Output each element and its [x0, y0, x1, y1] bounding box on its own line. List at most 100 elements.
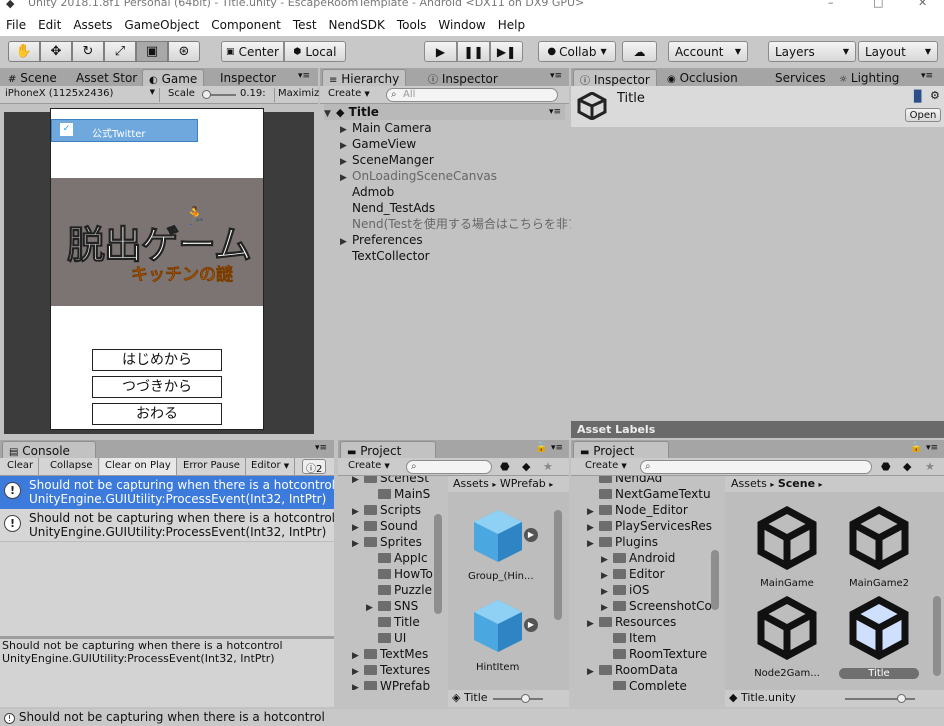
hierarchy-item[interactable]: ▶ Preferences: [324, 232, 569, 248]
start-button[interactable]: はじめから: [92, 349, 222, 371]
twitter-button[interactable]: ✓ 公式Twitter: [51, 119, 198, 142]
menu-tools[interactable]: Tools: [391, 14, 433, 32]
menu-file[interactable]: File: [0, 14, 32, 32]
folder-tree-item[interactable]: MainS: [338, 486, 433, 502]
menu-window[interactable]: Window: [432, 14, 491, 32]
tab-services[interactable]: Services: [769, 69, 832, 86]
tab-inspector-left[interactable]: Inspector: [214, 69, 282, 86]
hierarchy-item[interactable]: TextCollector: [324, 248, 569, 264]
account-dropdown[interactable]: Account ▼: [668, 41, 748, 62]
project2-search-input[interactable]: ⌕: [640, 460, 872, 474]
panel-menu-icon[interactable]: ▾≡: [926, 443, 938, 453]
play-preview-icon[interactable]: ▶: [524, 528, 538, 542]
console-entry[interactable]: ! Should not be capturing when there is a…: [0, 476, 335, 509]
expand-arrow-icon[interactable]: ▶: [587, 616, 599, 632]
folder-tree-item[interactable]: ▶ SceneSt: [338, 476, 433, 486]
minimize-icon[interactable]: –: [828, 0, 834, 9]
folder-tree-item[interactable]: ▶ WPrefab: [338, 678, 433, 690]
panel-menu-icon[interactable]: ▾≡: [551, 443, 563, 453]
menu-assets[interactable]: Assets: [67, 14, 118, 32]
expand-arrow-icon[interactable]: ▶: [587, 536, 599, 552]
hierarchy-item[interactable]: Admob: [324, 184, 569, 200]
scale-slider-thumb[interactable]: [202, 90, 211, 99]
rect-tool-icon[interactable]: ▣: [136, 41, 168, 62]
clear-on-play-toggle[interactable]: Clear on Play: [100, 458, 177, 475]
folder-tree-item[interactable]: NextGameTextu: [573, 486, 712, 502]
hierarchy-search-input[interactable]: ⌕ All: [386, 88, 558, 102]
layers-dropdown[interactable]: Layers ▼: [768, 41, 856, 62]
folder-tree-item[interactable]: ▶ Scripts: [338, 502, 433, 518]
panel-menu-icon[interactable]: ▾≡: [550, 71, 562, 81]
prefab-icon[interactable]: ▶: [468, 506, 538, 566]
maximize-icon[interactable]: □: [873, 0, 883, 9]
menu-help[interactable]: Help: [492, 14, 531, 32]
tab-project-2[interactable]: ▬ Project: [573, 441, 669, 458]
folder-tree-item[interactable]: ▶ Sound: [338, 518, 433, 534]
favorite-star-icon[interactable]: ★: [543, 460, 553, 474]
tab-project-1[interactable]: ▬ Project: [340, 441, 436, 458]
menu-test[interactable]: Test: [287, 14, 323, 32]
breadcrumb-scene[interactable]: Scene: [778, 477, 815, 490]
move-tool-icon[interactable]: ✥: [40, 41, 72, 62]
tab-game[interactable]: ◐ Game: [142, 69, 205, 86]
lock-icon[interactable]: 🔒: [535, 442, 547, 453]
device-dropdown[interactable]: iPhoneX (1125x2436) ▼: [5, 88, 160, 102]
hierarchy-item[interactable]: ▶ GameView: [324, 136, 569, 152]
pivot-center-button[interactable]: ▣ Center: [221, 41, 284, 62]
error-count-badge[interactable]: ⓘ2: [302, 459, 327, 475]
folder-tree-item[interactable]: Title: [338, 614, 433, 630]
folder-tree-item[interactable]: HowTo: [338, 566, 433, 582]
folder-tree-item[interactable]: ▶ Resources: [573, 614, 712, 630]
scene-asset[interactable]: MainGame: [747, 506, 827, 596]
folder-tree-item[interactable]: ▶ Sprites: [338, 534, 433, 550]
asset-labels-header[interactable]: Asset Labels: [571, 421, 944, 438]
menu-component[interactable]: Component: [205, 14, 287, 32]
tab-occlusion[interactable]: ◉ Occlusion: [661, 69, 744, 86]
icon-size-thumb[interactable]: [897, 694, 906, 703]
folder-tree-item[interactable]: ▶ TextMes: [338, 646, 433, 662]
hierarchy-item[interactable]: ▶ Main Camera: [324, 120, 569, 136]
lock-icon[interactable]: 🔒: [910, 442, 922, 453]
hierarchy-item[interactable]: Nend_TestAds: [324, 200, 569, 216]
project1-create-dropdown[interactable]: Create ▼: [348, 460, 390, 474]
folder-tree-item[interactable]: RoomTexture: [573, 646, 712, 662]
folder-tree-item[interactable]: Puzzle: [338, 582, 433, 598]
folder-tree-item[interactable]: ▶ Android: [573, 550, 712, 566]
scene-root[interactable]: ▼ ◆ Title ▾≡: [324, 104, 565, 120]
play-button[interactable]: ▶: [424, 41, 457, 62]
step-button[interactable]: ▶❚: [490, 41, 523, 62]
scene-asset[interactable]: MainGame2: [839, 506, 919, 596]
menu-edit[interactable]: Edit: [32, 14, 67, 32]
breadcrumb-assets[interactable]: Assets: [731, 477, 767, 490]
folder-tree-item[interactable]: ▶ Editor: [573, 566, 712, 582]
collab-dropdown[interactable]: ● Collab ▼: [538, 41, 616, 62]
tab-inspector[interactable]: ⓘ Inspector: [573, 69, 657, 87]
hand-tool-icon[interactable]: ✋: [8, 41, 40, 62]
folder-tree-item[interactable]: Item: [573, 630, 712, 646]
close-icon[interactable]: ✕: [918, 0, 927, 9]
scale-tool-icon[interactable]: ⤢: [104, 41, 136, 62]
gear-icon[interactable]: ⚙: [930, 89, 940, 102]
tab-lighting[interactable]: ☼ Lighting: [833, 69, 905, 86]
expand-arrow-icon[interactable]: ▶: [352, 680, 364, 690]
filter-label-icon[interactable]: ◆: [903, 460, 911, 474]
help-book-icon[interactable]: ▉: [914, 90, 922, 103]
play-preview-icon[interactable]: ▶: [524, 618, 538, 632]
panel-menu-icon[interactable]: ▾≡: [298, 71, 310, 81]
quit-button[interactable]: おわる: [92, 403, 222, 425]
hierarchy-item[interactable]: ▶ SceneManger: [324, 152, 569, 168]
folder-tree-item[interactable]: ▶ RoomData: [573, 662, 712, 678]
transform-tool-icon[interactable]: ⊛: [168, 41, 200, 62]
breadcrumb-assets[interactable]: Assets: [453, 477, 489, 490]
tab-console[interactable]: ▤ Console: [2, 441, 96, 458]
expand-arrow-icon[interactable]: ▶: [587, 664, 599, 680]
icon-size-slider[interactable]: [845, 694, 915, 703]
folder-tree-item[interactable]: ▶ Node_Editor: [573, 502, 712, 518]
folder-tree-item[interactable]: ▶ SNS: [338, 598, 433, 614]
prefab-icon[interactable]: ▶: [468, 596, 538, 656]
scene-menu-icon[interactable]: ▾≡: [549, 104, 561, 120]
status-bar[interactable]: ! Should not be capturing when there is …: [0, 709, 944, 726]
filter-type-icon[interactable]: ⬣: [881, 460, 891, 474]
favorite-star-icon[interactable]: ★: [925, 460, 935, 474]
project2-asset-scrollbar[interactable]: [933, 596, 941, 676]
